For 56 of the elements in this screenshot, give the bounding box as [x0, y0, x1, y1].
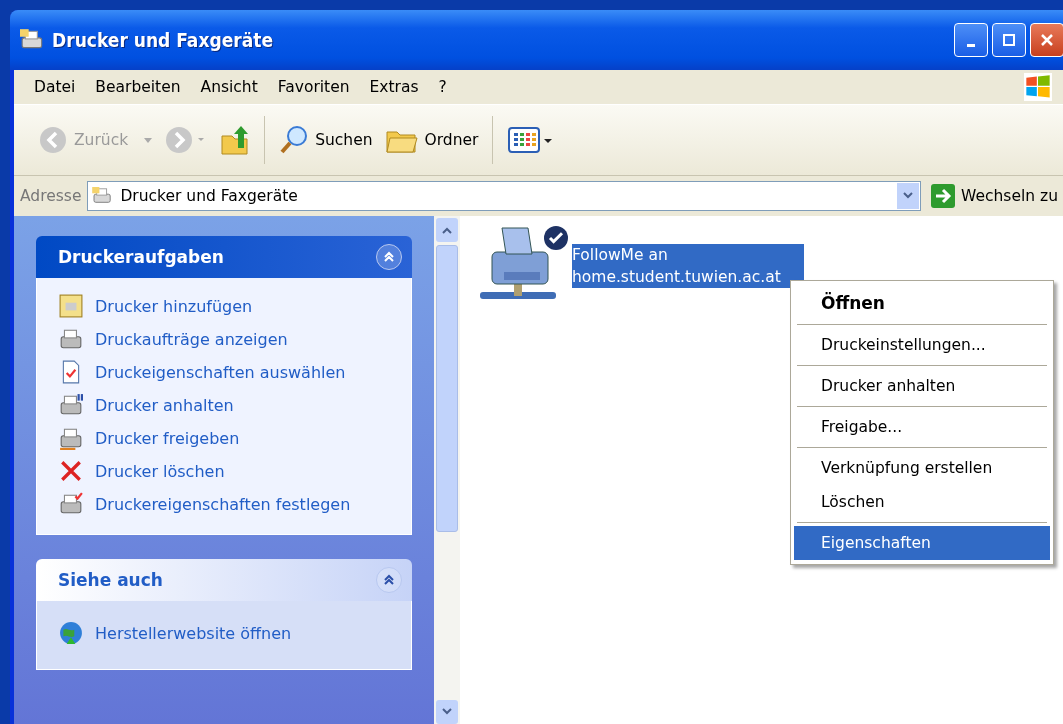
folders-button[interactable]: Ordner	[380, 124, 483, 156]
collapse-chevron-icon[interactable]	[376, 567, 402, 593]
folder-up-icon[interactable]	[220, 124, 251, 156]
address-label: Adresse	[20, 187, 82, 205]
context-menu-item[interactable]: Druckeinstellungen...	[794, 328, 1050, 362]
task-link[interactable]: Drucker anhalten	[95, 395, 234, 415]
task-link[interactable]: Drucker freigeben	[95, 428, 240, 448]
task-link[interactable]: Druckaufträge anzeigen	[95, 329, 288, 349]
down-caret-icon	[442, 708, 452, 716]
task-link[interactable]: Drucker löschen	[95, 461, 225, 481]
windows-flag-icon	[1024, 73, 1052, 101]
menu-item[interactable]: Favoriten	[277, 78, 350, 96]
printer-label[interactable]: FollowMe an home.student.tuwien.ac.at	[572, 244, 804, 288]
menu-item[interactable]: Extras	[369, 78, 419, 96]
printer-icon	[59, 492, 83, 516]
dropdown-button[interactable]	[897, 183, 920, 209]
maximize-icon	[1003, 34, 1015, 46]
context-menu-item[interactable]: Verknüpfung erstellen	[794, 451, 1050, 485]
search-icon	[279, 125, 310, 155]
window-title: Drucker und Faxgeräte	[52, 29, 273, 51]
maximize-button[interactable]	[992, 23, 1026, 57]
menu-item[interactable]: Bearbeiten	[95, 78, 181, 96]
scroll-up-button[interactable]	[436, 218, 458, 242]
scroll-down-button[interactable]	[436, 700, 458, 724]
menu-item[interactable]: ?	[438, 78, 447, 96]
task-link[interactable]: Drucker hinzufügen	[95, 296, 253, 316]
caret-icon	[903, 192, 914, 200]
printer-icon	[59, 426, 83, 450]
minimize-button[interactable]	[954, 23, 988, 57]
close-icon	[1041, 34, 1053, 46]
printer-icon	[59, 327, 83, 351]
menu-item[interactable]: Ansicht	[200, 78, 258, 96]
panel-header[interactable]: Siehe auch	[36, 559, 412, 601]
context-menu-item[interactable]: Drucker anhalten	[794, 369, 1050, 403]
context-menu-item[interactable]: Freigabe...	[794, 410, 1050, 444]
up-caret-icon	[442, 226, 452, 234]
panel-header[interactable]: Druckeraufgaben	[36, 236, 412, 278]
add-printer-icon	[59, 294, 83, 318]
caret-icon	[144, 137, 153, 143]
scroll-thumb[interactable]	[436, 245, 458, 532]
printer-icon	[59, 393, 83, 417]
minimize-icon	[967, 43, 975, 47]
close-button[interactable]	[1030, 23, 1063, 57]
collapse-chevron-icon[interactable]	[376, 244, 402, 270]
address-field[interactable]: Drucker und Faxgeräte	[87, 181, 922, 211]
task-link[interactable]: Herstellerwebsite öffnen	[95, 623, 292, 643]
delete-icon	[59, 459, 83, 483]
task-link[interactable]: Druckereigenschaften festlegen	[95, 494, 351, 514]
context-menu-item[interactable]: Öffnen	[794, 285, 1050, 321]
go-button[interactable]: Wechseln zu	[927, 184, 1062, 208]
task-link[interactable]: Druckeigenschaften auswählen	[95, 362, 346, 382]
globe-icon	[59, 621, 83, 645]
context-menu-item[interactable]: Eigenschaften	[794, 526, 1050, 560]
search-button[interactable]: Suchen	[275, 123, 377, 157]
context-menu-item[interactable]: Löschen	[794, 485, 1050, 519]
menu-item[interactable]: Datei	[34, 78, 76, 96]
